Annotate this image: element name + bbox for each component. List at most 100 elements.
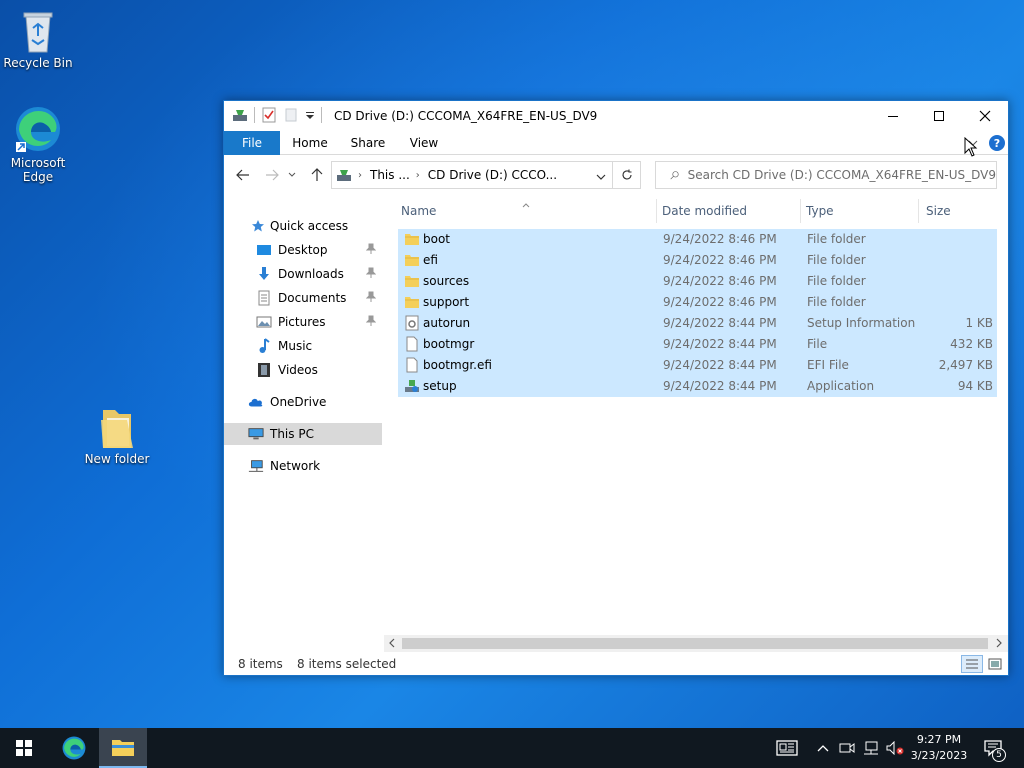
- refresh-button[interactable]: [613, 161, 641, 189]
- edge-browser-icon: [62, 736, 86, 760]
- arrow-left-icon: [236, 169, 249, 181]
- file-date: 9/24/2022 8:46 PM: [663, 253, 777, 267]
- show-hidden-icons-button[interactable]: [813, 728, 833, 768]
- nav-this-pc[interactable]: This PC: [224, 423, 382, 445]
- desktop-icon-new-folder[interactable]: New folder: [79, 404, 155, 466]
- file-type: File: [807, 337, 828, 351]
- file-date: 9/24/2022 8:44 PM: [663, 379, 777, 393]
- search-input[interactable]: Search CD Drive (D:) CCCOMA_X64FRE_EN-US…: [688, 168, 996, 182]
- close-icon: [979, 110, 991, 122]
- news-icon: [776, 740, 798, 756]
- search-box[interactable]: Search CD Drive (D:) CCCOMA_X64FRE_EN-US…: [655, 161, 997, 189]
- properties-icon[interactable]: [261, 107, 277, 123]
- taskbar-edge[interactable]: [50, 728, 98, 768]
- desktop-icon-recycle-bin[interactable]: Recycle Bin: [0, 8, 76, 70]
- address-dropdown-button[interactable]: [596, 171, 606, 185]
- breadcrumb-cd-drive[interactable]: CD Drive (D:) CCCO...: [428, 168, 557, 182]
- column-header-date-modified[interactable]: Date modified: [662, 195, 802, 227]
- file-date: 9/24/2022 8:46 PM: [663, 295, 777, 309]
- horizontal-scrollbar[interactable]: [384, 635, 1008, 652]
- file-row-sources[interactable]: sources 9/24/2022 8:46 PM File folder: [398, 271, 997, 292]
- music-note-icon: [256, 338, 272, 354]
- desktop-icon: [256, 242, 272, 258]
- details-view-button[interactable]: [961, 655, 983, 673]
- breadcrumb-this-pc[interactable]: This ...: [370, 168, 410, 182]
- column-divider[interactable]: [918, 199, 919, 223]
- file-name: autorun: [423, 316, 471, 330]
- file-size: 2,497 KB: [938, 358, 993, 372]
- file-row-setup[interactable]: setup 9/24/2022 8:44 PM Application 94 K…: [398, 376, 997, 397]
- file-date: 9/24/2022 8:46 PM: [663, 232, 777, 246]
- nav-videos[interactable]: Videos: [224, 359, 382, 381]
- scroll-right-icon[interactable]: [995, 637, 1003, 652]
- nav-onedrive[interactable]: OneDrive: [224, 391, 382, 413]
- file-row-bootmgr[interactable]: bootmgr 9/24/2022 8:44 PM File 432 KB: [398, 334, 997, 355]
- column-divider[interactable]: [656, 199, 657, 223]
- nav-downloads[interactable]: Downloads: [224, 263, 382, 285]
- column-header-size[interactable]: Size: [926, 195, 996, 227]
- help-button[interactable]: ?: [988, 134, 1006, 152]
- folder-icon: [405, 297, 419, 308]
- news-widget-button[interactable]: [772, 728, 802, 768]
- scrollbar-thumb[interactable]: [402, 638, 988, 649]
- toolbar-separator: [321, 107, 322, 123]
- file-date: 9/24/2022 8:44 PM: [663, 337, 777, 351]
- tab-share[interactable]: Share: [344, 131, 392, 155]
- pictures-icon: [256, 314, 272, 330]
- file-row-autorun[interactable]: autorun 9/24/2022 8:44 PM Setup Informat…: [398, 313, 997, 334]
- nav-music[interactable]: Music: [224, 335, 382, 357]
- action-center-button[interactable]: 5: [978, 728, 1008, 768]
- file-row-boot[interactable]: boot 9/24/2022 8:46 PM File folder: [398, 229, 997, 250]
- column-divider[interactable]: [800, 199, 801, 223]
- folder-icon: [405, 255, 419, 266]
- file-row-efi[interactable]: efi 9/24/2022 8:46 PM File folder: [398, 250, 997, 271]
- up-button[interactable]: [307, 165, 327, 185]
- chevron-down-icon: [596, 174, 606, 180]
- nav-pictures[interactable]: Pictures: [224, 311, 382, 333]
- nav-quick-access[interactable]: Quick access: [224, 215, 382, 237]
- pin-icon: [365, 267, 377, 282]
- file-row-bootmgr-efi[interactable]: bootmgr.efi 9/24/2022 8:44 PM EFI File 2…: [398, 355, 997, 376]
- item-count: 8 items: [238, 657, 283, 671]
- nav-documents[interactable]: Documents: [224, 287, 382, 309]
- file-size: 432 KB: [950, 337, 993, 351]
- file-date: 9/24/2022 8:44 PM: [663, 358, 777, 372]
- taskbar-file-explorer[interactable]: [99, 728, 147, 768]
- customize-toolbar-icon[interactable]: [305, 107, 315, 123]
- nav-desktop[interactable]: Desktop: [224, 239, 382, 261]
- file-type: File folder: [807, 274, 866, 288]
- nav-label: Music: [278, 339, 313, 353]
- file-size: 1 KB: [965, 316, 993, 330]
- search-icon: [670, 171, 679, 180]
- address-bar[interactable]: › This ... › CD Drive (D:) CCCO...: [331, 161, 613, 189]
- forward-button[interactable]: [262, 165, 282, 185]
- setup-app-icon: [405, 380, 419, 392]
- new-folder-icon[interactable]: [283, 107, 299, 123]
- file-row-support[interactable]: support 9/24/2022 8:46 PM File folder: [398, 292, 997, 313]
- column-header-type[interactable]: Type: [806, 195, 918, 227]
- computer-icon: [248, 426, 264, 442]
- download-arrow-icon: [256, 266, 272, 282]
- back-button[interactable]: [233, 165, 253, 185]
- system-clock[interactable]: 9:27 PM 3/23/2023: [906, 732, 972, 764]
- minimize-button[interactable]: [870, 101, 916, 131]
- nav-network[interactable]: Network: [224, 455, 382, 477]
- desktop-icon-edge[interactable]: Microsoft Edge: [0, 104, 76, 184]
- network-status-button[interactable]: [860, 728, 882, 768]
- recent-locations-button[interactable]: [286, 165, 298, 185]
- maximize-button[interactable]: [916, 101, 962, 131]
- volume-button[interactable]: [884, 728, 906, 768]
- large-icons-view-button[interactable]: [986, 656, 1004, 672]
- folder-icon: [101, 410, 133, 448]
- file-name: bootmgr: [423, 337, 475, 351]
- pin-icon: [365, 243, 377, 258]
- scroll-left-icon[interactable]: [388, 637, 396, 652]
- start-button[interactable]: [0, 728, 48, 768]
- tab-view[interactable]: View: [400, 131, 448, 155]
- close-button[interactable]: [962, 101, 1008, 131]
- tab-file[interactable]: File: [224, 131, 280, 155]
- title-bar[interactable]: CD Drive (D:) CCCOMA_X64FRE_EN-US_DV9: [224, 101, 1008, 131]
- help-icon: ?: [989, 135, 1005, 151]
- meet-now-button[interactable]: [836, 728, 858, 768]
- tab-home[interactable]: Home: [286, 131, 334, 155]
